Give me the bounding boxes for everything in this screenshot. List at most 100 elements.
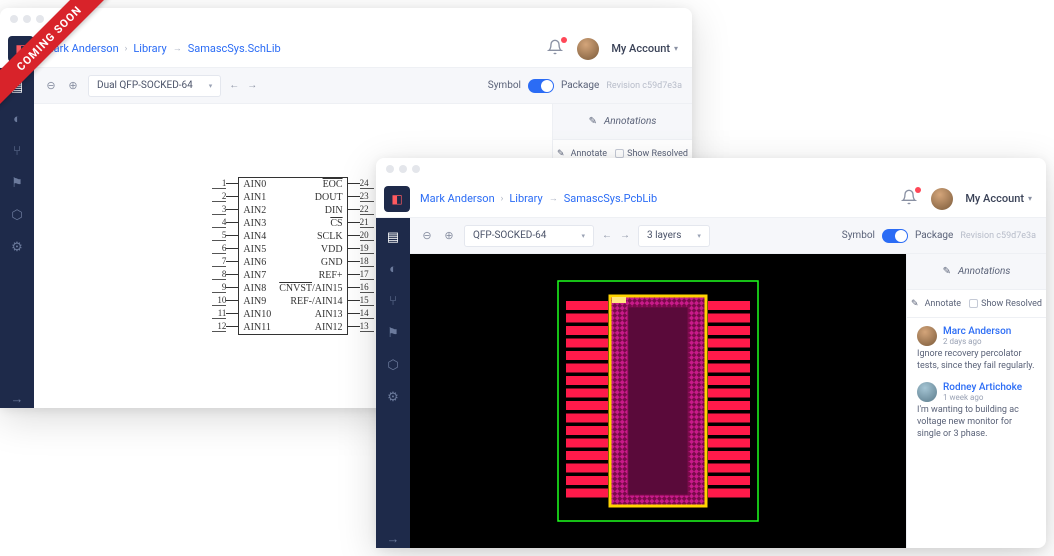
- sidebar-branch-icon[interactable]: ⑂: [384, 292, 402, 310]
- pin-23: 23: [348, 190, 374, 203]
- component-dropdown[interactable]: QFP-SOCKED-64▾: [464, 225, 594, 247]
- pin-3: 3: [212, 203, 238, 216]
- sidebar-settings-icon[interactable]: ⚙: [384, 388, 402, 406]
- comment-author[interactable]: Rodney Artichoke: [943, 382, 1022, 393]
- prev-arrow-icon[interactable]: ←: [229, 80, 239, 91]
- next-arrow-icon[interactable]: →: [620, 230, 630, 241]
- pin-label: REF-/AIN14: [279, 295, 342, 308]
- comment-text: I'm wanting to building ac voltage new m…: [917, 405, 1036, 440]
- annotations-header: Annotations: [553, 104, 692, 140]
- avatar[interactable]: [577, 38, 599, 60]
- window-min-dot[interactable]: [23, 15, 31, 23]
- annotate-tab[interactable]: Annotate: [911, 299, 961, 309]
- breadcrumb-user[interactable]: Mark Anderson: [420, 192, 495, 205]
- pin-24: 24: [348, 177, 374, 190]
- annotate-tab[interactable]: Annotate: [557, 149, 607, 159]
- comment[interactable]: Marc Anderson 2 days ago Ignore recovery…: [917, 326, 1036, 372]
- pin-12: 12: [212, 320, 238, 333]
- sidebar-collapse-icon[interactable]: →: [384, 530, 402, 548]
- account-menu[interactable]: My Account▾: [611, 42, 678, 55]
- pin-9: 9: [212, 281, 238, 294]
- pin-5: 5: [212, 229, 238, 242]
- breadcrumb-library[interactable]: Library: [133, 42, 166, 55]
- show-resolved-toggle[interactable]: Show Resolved: [615, 149, 688, 159]
- pin-22: 22: [348, 203, 374, 216]
- pin-label: CNVST/AIN15: [279, 282, 342, 295]
- pin-2: 2: [212, 190, 238, 203]
- breadcrumb-library[interactable]: Library: [509, 192, 542, 205]
- window-close-dot[interactable]: [386, 165, 394, 173]
- avatar: [917, 326, 937, 346]
- pin-label: SCLK: [279, 230, 342, 243]
- avatar[interactable]: [931, 188, 953, 210]
- pin-19: 19: [348, 242, 374, 255]
- show-resolved-toggle[interactable]: Show Resolved: [969, 299, 1042, 309]
- component-dropdown[interactable]: Dual QFP-SOCKED-64▾: [88, 75, 221, 97]
- pin-label: AIN1: [243, 191, 271, 204]
- sidebar-flag-icon[interactable]: ⚑: [384, 324, 402, 342]
- comment[interactable]: Rodney Artichoke 1 week ago I'm wanting …: [917, 382, 1036, 440]
- sidebar-branch-icon[interactable]: ⑂: [8, 142, 26, 160]
- pin-label: DOUT: [279, 191, 342, 204]
- annotations-header: Annotations: [907, 254, 1046, 290]
- pin-label: REF+: [279, 269, 342, 282]
- pin-10: 10: [212, 294, 238, 307]
- pin-label: AIN7: [243, 269, 271, 282]
- symbol-package-toggle[interactable]: [882, 229, 908, 243]
- comment-author[interactable]: Marc Anderson: [943, 326, 1011, 337]
- account-menu[interactable]: My Account▾: [965, 192, 1032, 205]
- sidebar-graph-icon[interactable]: ⬡: [8, 206, 26, 224]
- titlebar: [0, 8, 692, 30]
- breadcrumb-file[interactable]: SamascSys.PcbLib: [564, 192, 657, 205]
- pin-label: AIN2: [243, 204, 271, 217]
- comment-text: Ignore recovery percolator tests, since …: [917, 349, 1036, 372]
- sidebar: ▤ ◐ ⑂ ⚑ ⬡ ⚙ →: [376, 218, 410, 548]
- next-arrow-icon[interactable]: →: [247, 80, 257, 91]
- pin-6: 6: [212, 242, 238, 255]
- pin-label: DIN: [279, 204, 342, 217]
- prev-arrow-icon[interactable]: ←: [602, 230, 612, 241]
- revision-label: Revision c59d7e3a: [960, 231, 1036, 241]
- pcb-canvas[interactable]: [410, 254, 906, 548]
- comment-time: 2 days ago: [943, 337, 1011, 346]
- symbol-package-toggle[interactable]: [528, 79, 554, 93]
- pin-label: CS: [279, 217, 342, 230]
- breadcrumb-file[interactable]: SamascSys.SchLib: [188, 42, 281, 55]
- zoom-out-icon[interactable]: ⊖: [44, 79, 58, 93]
- window-min-dot[interactable]: [399, 165, 407, 173]
- notifications-icon[interactable]: [547, 39, 565, 59]
- pin-label: AIN8: [243, 282, 271, 295]
- zoom-out-icon[interactable]: ⊖: [420, 229, 434, 243]
- pin-18: 18: [348, 255, 374, 268]
- window-pcblib: ◧ Mark Anderson › Library → SamascSys.Pc…: [376, 158, 1046, 548]
- sidebar-flag-icon[interactable]: ⚑: [8, 174, 26, 192]
- notifications-icon[interactable]: [901, 189, 919, 209]
- zoom-in-icon[interactable]: ⊕: [66, 79, 80, 93]
- pin-8: 8: [212, 268, 238, 281]
- pin-label: AIN10: [243, 308, 271, 321]
- pin-label: AIN13: [279, 308, 342, 321]
- pin-label: AIN11: [243, 321, 271, 334]
- pin-label: AIN3: [243, 217, 271, 230]
- sidebar-chat-icon[interactable]: ◐: [384, 260, 402, 278]
- sidebar-collapse-icon[interactable]: →: [8, 390, 26, 408]
- chevron-down-icon: ▾: [674, 44, 678, 53]
- chevron-down-icon: ▾: [1028, 194, 1032, 203]
- sidebar-files-icon[interactable]: ▤: [384, 228, 402, 246]
- window-max-dot[interactable]: [36, 15, 44, 23]
- layers-dropdown[interactable]: 3 layers▾: [638, 225, 710, 247]
- window-close-dot[interactable]: [10, 15, 18, 23]
- zoom-in-icon[interactable]: ⊕: [442, 229, 456, 243]
- pin-21: 21: [348, 216, 374, 229]
- sidebar-chat-icon[interactable]: ◐: [8, 110, 26, 128]
- titlebar: [376, 158, 1046, 180]
- pin-label: EOC: [279, 178, 342, 191]
- sidebar: ▤ ◐ ⑂ ⚑ ⬡ ⚙ →: [0, 68, 34, 408]
- pin-1: 1: [212, 177, 238, 190]
- sidebar-graph-icon[interactable]: ⬡: [384, 356, 402, 374]
- sidebar-settings-icon[interactable]: ⚙: [8, 238, 26, 256]
- window-max-dot[interactable]: [412, 165, 420, 173]
- pin-label: AIN12: [279, 321, 342, 334]
- pin-label: AIN9: [243, 295, 271, 308]
- breadcrumb: Mark Anderson › Library → SamascSys.PcbL…: [420, 192, 657, 205]
